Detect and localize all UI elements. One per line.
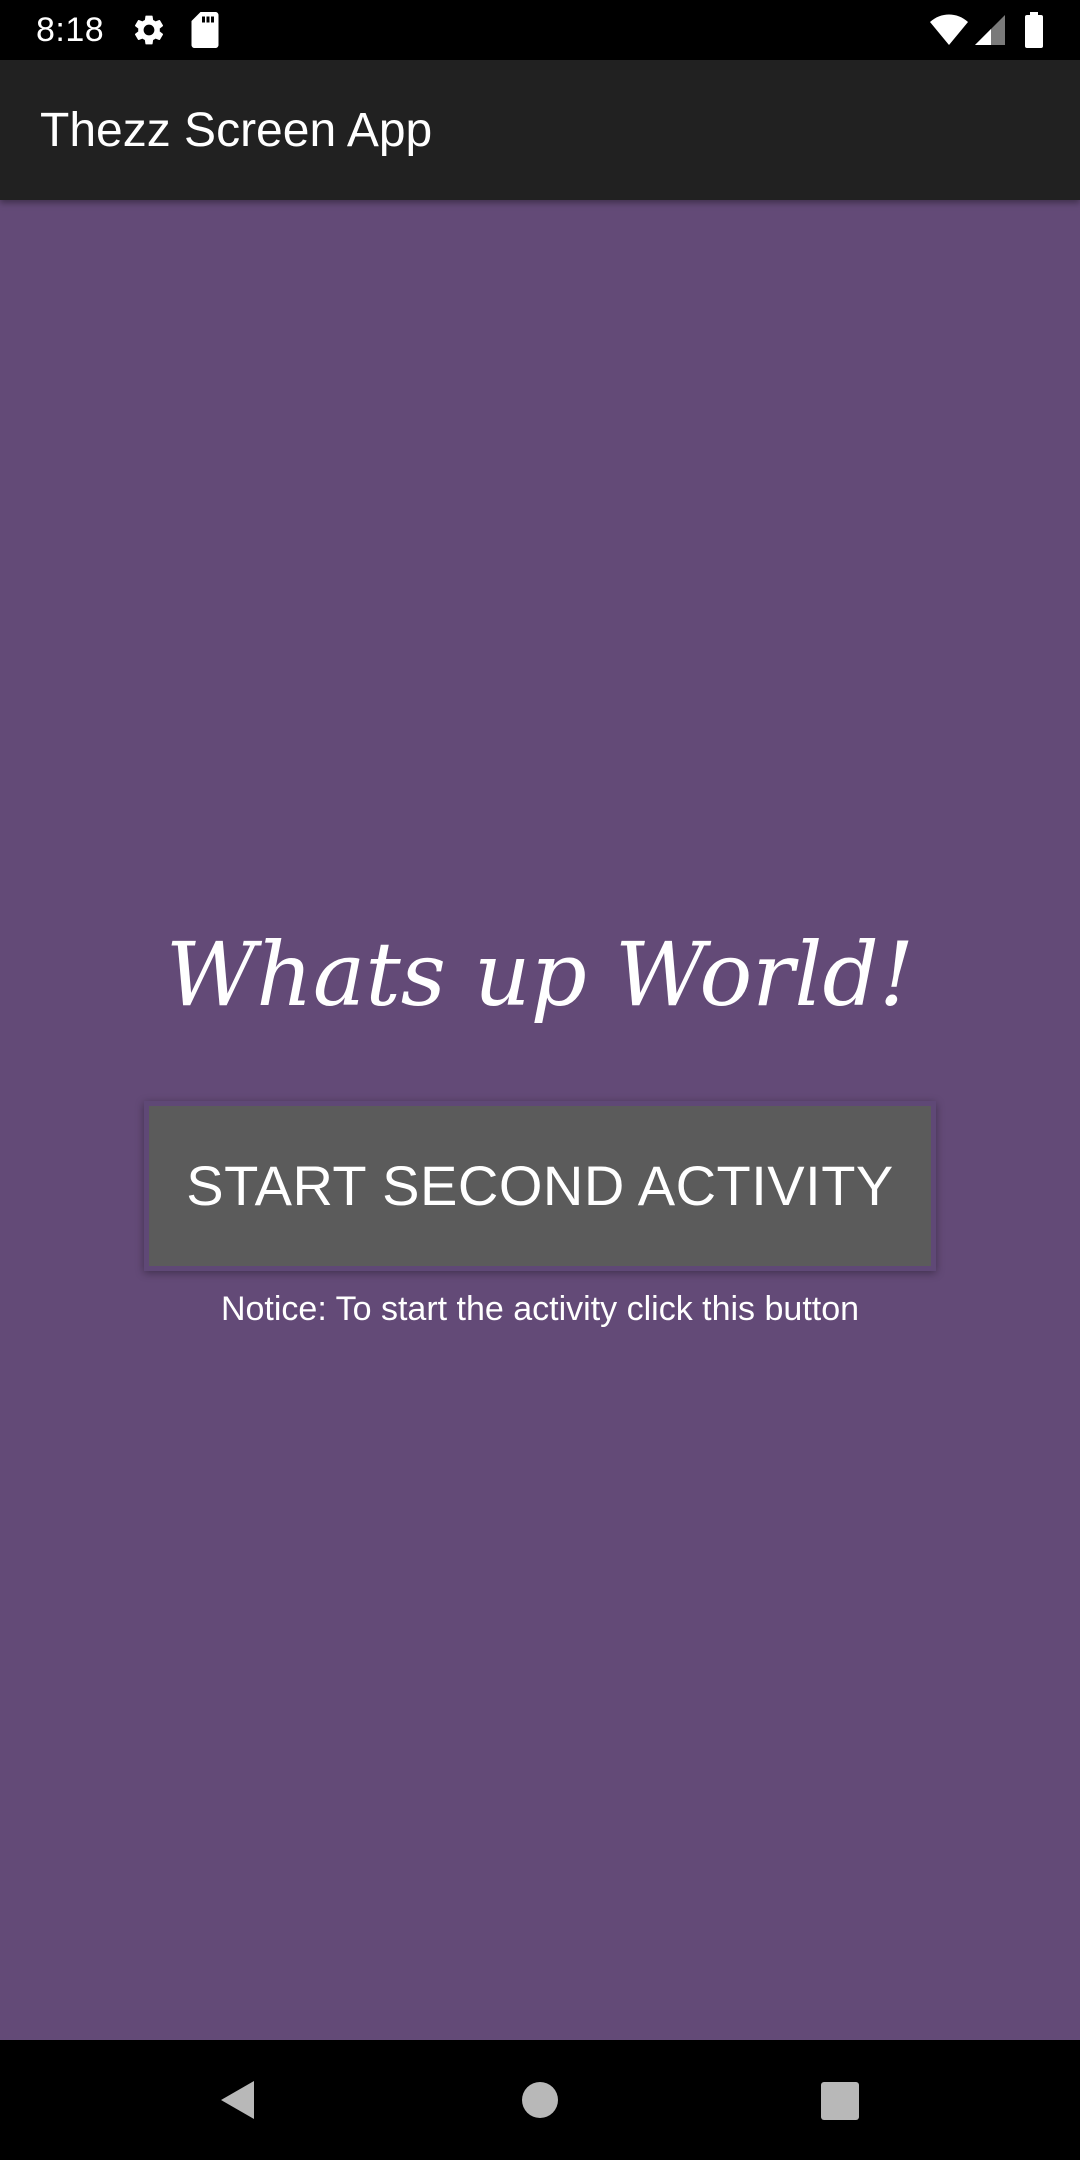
gear-icon: [134, 15, 164, 45]
signal-icon: [975, 15, 1005, 45]
notice-text: Notice: To start the activity click this…: [220, 1290, 860, 1328]
headline-text: Whats up World!: [165, 923, 915, 1026]
home-icon[interactable]: [522, 2082, 558, 2118]
status-bar: 8:18: [0, 0, 1080, 60]
battery-icon: [1025, 12, 1043, 48]
status-time: 8:18: [36, 11, 105, 49]
app-bar: Thezz Screen App: [0, 60, 1080, 200]
back-icon[interactable]: [218, 2079, 256, 2121]
app-title: Thezz Screen App: [40, 104, 433, 157]
start-second-activity-button[interactable]: START SECOND ACTIVITY: [144, 1101, 936, 1271]
wifi-icon: [930, 14, 968, 45]
navigation-bar: [0, 2040, 1080, 2160]
sd-card-icon: [191, 12, 219, 48]
recents-icon[interactable]: [821, 2082, 859, 2120]
